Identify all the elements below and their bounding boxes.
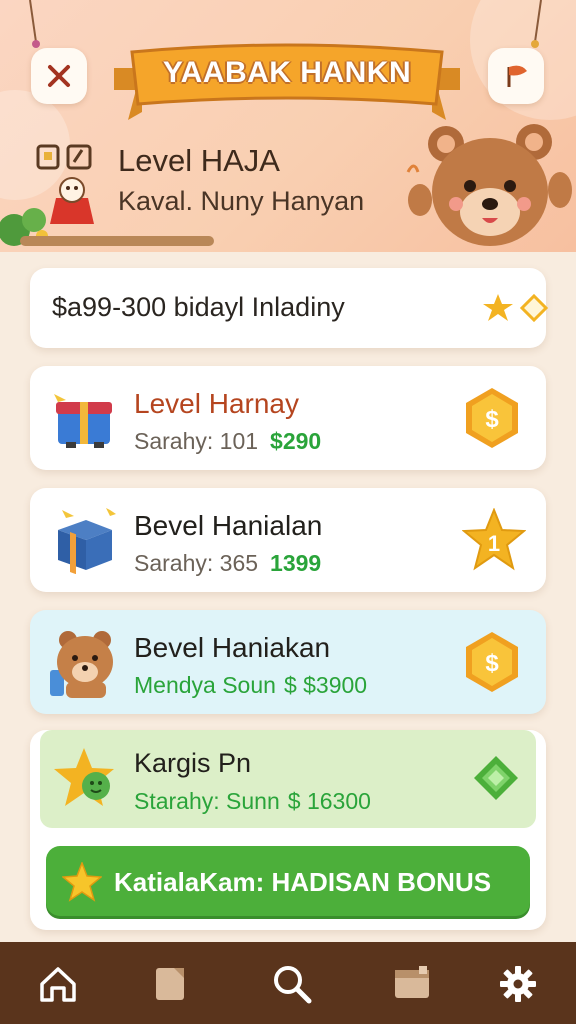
star-diamond-icon [483,293,549,323]
level-subtitle: Kaval. Nuny Hanyan [118,186,365,216]
row-title: Kargis Pn [134,748,252,778]
row-subtitle: Sarahy: 101 $290 [134,428,321,455]
nav-search[interactable] [270,962,314,1006]
level-title: Level HAJA [118,143,280,178]
notebook-icon [156,968,184,1000]
flag-icon [507,65,527,87]
row-subtitle: Sarahy: 365 1399 [134,550,321,577]
shelf-divider [20,236,214,246]
star-face-icon [54,748,114,806]
coin-symbol: $ [485,406,499,433]
coin-symbol: $ [485,650,499,677]
row-subtitle: Starahy: Sunn $ 16300 [134,788,371,815]
level-row-highlighted[interactable]: Bevel Haniakan Mendya Soun $ $3900 $ [30,610,546,714]
gear-icon [500,966,536,1002]
row-label: Sarahy: 101 [134,428,259,454]
nav-home[interactable] [36,962,80,1006]
stats-icon [36,144,92,170]
reward-row[interactable]: Kargis Pn Starahy: Sunn $ 16300 [40,730,536,828]
row-subtitle: Mendya Soun $ $3900 [134,672,367,699]
nav-notes[interactable] [148,962,192,1006]
star-icon [62,862,102,902]
close-icon [48,65,70,87]
row-title: Level Harnay [134,388,299,419]
star-badge-number: 1 [488,531,500,556]
home-icon [40,967,76,1002]
row-title: Bevel Hanialan [134,510,323,541]
bear-mascot-icon [406,124,572,246]
star-badge-icon: 1 [462,508,526,571]
string-ornament-icon [531,0,542,48]
bonus-button-label: KatialaKam: HADISAN BONUS [114,867,492,897]
row-amount: $ $3900 [283,672,368,698]
level-row[interactable]: Bevel Hanialan Sarahy: 365 1399 1 [30,488,546,592]
row-amount: $ 16300 [287,788,371,814]
level-row[interactable]: Level Harnay Sarahy: 101 $290 $ [30,366,546,470]
nav-inventory[interactable] [390,962,434,1006]
gift-box-icon [54,394,112,448]
title-banner: YAABAK HANKN [114,42,460,120]
bottom-nav [0,942,576,1024]
flag-button[interactable] [488,48,544,104]
row-title: Bevel Haniakan [134,632,331,663]
string-ornament-icon [29,0,40,48]
row-amount: $290 [270,428,322,454]
promo-row[interactable]: $a99-300 bidayl Inladiny [30,268,549,348]
promo-text: $a99-300 bidayl Inladiny [52,292,345,322]
banner-title: YAABAK HANKN [162,56,412,89]
bear-avatar-icon [50,631,113,698]
close-button[interactable] [31,48,87,104]
row-amount: 1399 [270,550,322,576]
row-label: Sarahy: 365 [134,550,259,576]
search-icon [274,966,312,1004]
cube-gift-icon [58,508,116,574]
nav-settings[interactable] [496,962,540,1006]
green-gem-icon [474,756,518,800]
bonus-button[interactable]: KatialaKam: HADISAN BONUS [46,846,530,916]
coin-icon: $ [466,388,518,448]
header: YAABAK HANKN Level HAJA Kaval. Nuny Hany… [0,0,576,252]
row-label: Mendya Soun [134,672,276,698]
inventory-box-icon [395,966,429,998]
row-label: Starahy: Sunn [134,788,280,814]
coin-icon: $ [466,632,518,692]
